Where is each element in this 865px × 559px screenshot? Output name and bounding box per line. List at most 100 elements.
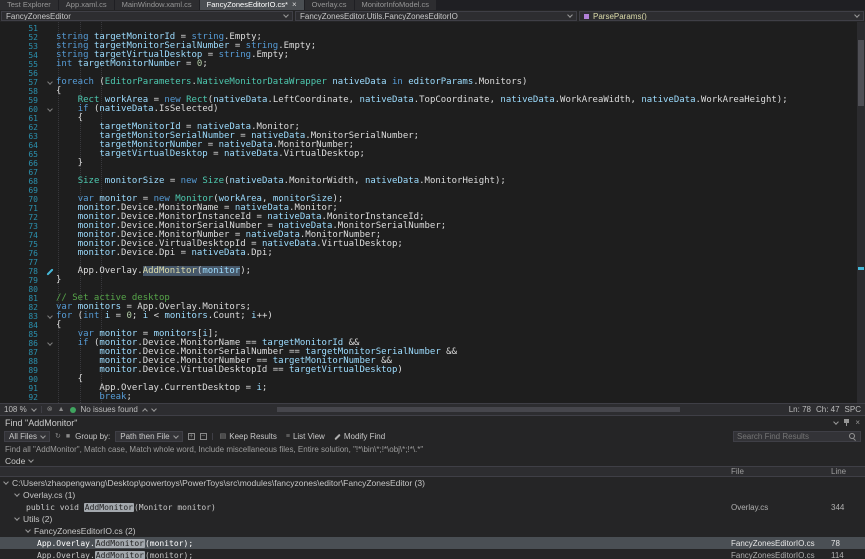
result-line: 114	[829, 551, 865, 559]
tab-monitorinfomodel-cs[interactable]: MonitorInfoModel.cs	[355, 0, 437, 10]
tab-app-xaml-cs[interactable]: App.xaml.cs	[59, 0, 114, 10]
line-number: 88	[0, 357, 44, 366]
line-number: 54	[0, 51, 44, 60]
search-icon[interactable]	[848, 432, 857, 441]
find-result-row[interactable]: public void AddMonitor(Monitor monitor)O…	[0, 501, 865, 513]
code-line-68: 68 Size monitorSize = new Size(nativeDat…	[0, 177, 865, 186]
project-dropdown[interactable]: FancyZonesEditor	[1, 11, 293, 21]
line-number: 71	[0, 204, 44, 213]
tab-overlay-cs[interactable]: Overlay.cs	[305, 0, 354, 10]
method-icon	[584, 14, 589, 19]
close-icon[interactable]: ×	[292, 1, 297, 9]
pin-icon[interactable]	[844, 419, 849, 426]
errors-icon[interactable]: ⊗	[47, 406, 53, 413]
expander-icon[interactable]	[3, 479, 9, 485]
result-snippet: App.Overlay.AddMonitor(monitor);	[37, 551, 193, 559]
code-line-92: 92 break;	[0, 393, 865, 402]
fold-chevron-icon[interactable]	[47, 313, 53, 319]
encoding-indicator: SPC	[845, 405, 861, 414]
code-text: foreach (EditorParameters.NativeMonitorD…	[56, 78, 865, 87]
results-column-header: File Line	[0, 466, 865, 477]
find-result-row[interactable]: C:\Users\zhaopengwang\Desktop\powertoys\…	[0, 477, 865, 489]
expand-all-icon[interactable]: +	[188, 433, 195, 440]
result-file: Overlay.cs	[729, 503, 829, 512]
list-view-toggle[interactable]: ≡ List View	[284, 432, 327, 441]
line-number: 55	[0, 60, 44, 69]
search-find-results-box[interactable]	[733, 431, 861, 442]
line-number: 74	[0, 231, 44, 240]
tab-test-explorer[interactable]: Test Explorer	[0, 0, 58, 10]
line-number: 80	[0, 285, 44, 294]
warnings-icon[interactable]: ▲	[58, 406, 65, 413]
line-number: 81	[0, 294, 44, 303]
keep-results-label: Keep Results	[229, 432, 277, 441]
line-number: 62	[0, 123, 44, 132]
repeat-search-icon[interactable]: ↻	[55, 433, 61, 440]
close-icon[interactable]: ×	[855, 419, 860, 427]
gutter	[44, 87, 56, 96]
find-result-row[interactable]: App.Overlay.AddMonitor(monitor);FancyZon…	[0, 549, 865, 559]
line-number: 84	[0, 321, 44, 330]
find-result-row[interactable]: Overlay.cs (1)	[0, 489, 865, 501]
collapse-all-icon[interactable]: −	[200, 433, 207, 440]
code-editor[interactable]: 5152string targetMonitorId = string.Empt…	[0, 22, 865, 403]
list-view-label: List View	[293, 432, 325, 441]
find-result-row[interactable]: FancyZonesEditorIO.cs (2)	[0, 525, 865, 537]
line-number: 89	[0, 366, 44, 375]
expander-icon[interactable]	[14, 515, 20, 521]
project-dropdown-label: FancyZonesEditor	[6, 12, 71, 21]
gutter	[44, 348, 56, 357]
prev-issue-icon[interactable]	[142, 408, 148, 414]
code-section-header[interactable]: Code	[0, 455, 865, 466]
keep-results-toggle[interactable]: ▤ Keep Results	[218, 432, 279, 441]
stop-icon[interactable]: ■	[66, 433, 70, 440]
modify-find-button[interactable]: Modify Find	[332, 432, 387, 441]
code-line-78: 78 App.Overlay.AddMonitor(monitor);	[0, 267, 865, 276]
code-line-57: 57foreach (EditorParameters.NativeMonito…	[0, 78, 865, 87]
find-result-row[interactable]: App.Overlay.AddMonitor(monitor);FancyZon…	[0, 537, 865, 549]
type-dropdown[interactable]: FancyZonesEditor.Utils.FancyZonesEditorI…	[295, 11, 577, 21]
health-status[interactable]: No issues found	[81, 405, 138, 414]
scrollbar-thumb[interactable]	[858, 40, 864, 106]
gutter	[44, 195, 56, 204]
result-file: FancyZonesEditorIO.cs	[729, 539, 829, 548]
line-number: 79	[0, 276, 44, 285]
line-number: 63	[0, 132, 44, 141]
gutter	[44, 60, 56, 69]
file-column-header[interactable]: File	[729, 467, 829, 476]
code-text	[56, 285, 865, 294]
zoom-control[interactable]: 108 %	[4, 405, 27, 414]
gutter	[44, 141, 56, 150]
member-dropdown[interactable]: ParseParams()	[579, 11, 864, 21]
line-column-header[interactable]: Line	[829, 467, 865, 476]
tab-label: MainWindow.xaml.cs	[122, 0, 192, 10]
editor-horizontal-scrollbar[interactable]	[167, 406, 778, 413]
search-find-results-input[interactable]	[737, 432, 845, 441]
gutter	[44, 159, 56, 168]
gutter	[44, 132, 56, 141]
chevron-down-icon[interactable]	[31, 406, 37, 412]
gutter	[44, 339, 56, 348]
fold-chevron-icon[interactable]	[47, 106, 53, 112]
next-issue-icon[interactable]	[151, 406, 157, 412]
fold-chevron-icon[interactable]	[47, 79, 53, 85]
tab-mainwindow-xaml-cs[interactable]: MainWindow.xaml.cs	[115, 0, 199, 10]
scope-dropdown[interactable]: All Files	[4, 431, 50, 442]
find-result-row[interactable]: Utils (2)	[0, 513, 865, 525]
tab-fancyzoneseditorio-cs[interactable]: FancyZonesEditorIO.cs*×	[200, 0, 304, 10]
chevron-down-icon	[28, 457, 34, 463]
fold-chevron-icon[interactable]	[47, 340, 53, 346]
scrollbar-thumb[interactable]	[277, 407, 680, 412]
health-ok-icon	[70, 407, 76, 413]
window-menu-icon[interactable]	[833, 419, 839, 425]
line-number: 91	[0, 384, 44, 393]
code-line-76: 76 monitor.Device.Dpi = nativeData.Dpi;	[0, 249, 865, 258]
code-section-label: Code	[5, 456, 25, 466]
editor-vertical-scrollbar[interactable]	[857, 22, 865, 403]
divider	[212, 433, 213, 440]
group-by-dropdown[interactable]: Path then File	[115, 431, 182, 442]
tab-label: Test Explorer	[7, 0, 51, 10]
navigation-bar: FancyZonesEditor FancyZonesEditor.Utils.…	[0, 10, 865, 22]
expander-icon[interactable]	[14, 491, 20, 497]
expander-icon[interactable]	[25, 527, 31, 533]
